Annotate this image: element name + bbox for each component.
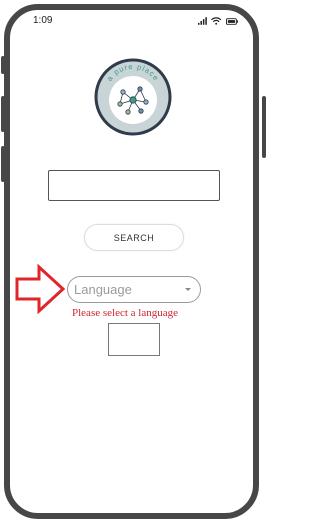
- result-box: [108, 323, 160, 356]
- language-select-value: Language: [74, 282, 132, 297]
- status-time: 1:09: [33, 15, 53, 26]
- search-input[interactable]: [48, 170, 220, 201]
- app-logo: a pure place: [94, 58, 172, 136]
- arrow-right-icon: [15, 264, 66, 314]
- signal-icon: [198, 17, 207, 25]
- battery-icon: [225, 17, 238, 25]
- phone-power-button: [262, 96, 266, 158]
- search-button[interactable]: SEARCH: [84, 224, 184, 251]
- language-error-message: Please select a language: [72, 307, 178, 319]
- wifi-icon: [211, 17, 222, 25]
- screen: 1:09 a pure place SEARCH Language Please…: [0, 0, 269, 527]
- chevron-down-icon: [185, 288, 191, 291]
- status-icons: [198, 16, 238, 26]
- language-select[interactable]: Language: [67, 276, 201, 303]
